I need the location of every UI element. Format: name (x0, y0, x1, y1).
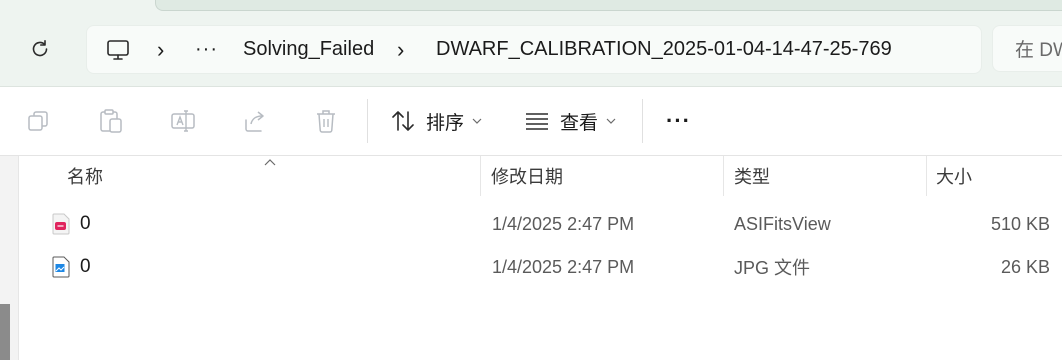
more-options-button[interactable]: ··· (666, 87, 691, 155)
delete-button[interactable] (314, 87, 338, 155)
paste-button[interactable] (98, 87, 124, 155)
search-input[interactable]: 在 DWARF_CALIBRATION_2025-01-04-14-47-25-… (992, 25, 1062, 72)
paste-icon (100, 109, 122, 133)
view-button[interactable]: 查看 (524, 87, 616, 155)
address-bar[interactable]: › ··· Solving_Failed › DWARF_CALIBRATION… (86, 25, 982, 74)
command-bar: 排序 查看 ··· (0, 87, 1062, 156)
file-date: 1/4/2025 2:47 PM (492, 256, 635, 277)
this-pc-button[interactable] (106, 26, 130, 73)
navigation-bar: › ··· Solving_Failed › DWARF_CALIBRATION… (0, 0, 1062, 87)
rename-icon (171, 110, 195, 132)
file-type: JPG 文件 (734, 258, 811, 278)
toolbar-divider (642, 99, 643, 143)
monitor-icon (107, 39, 129, 60)
sort-label: 排序 (426, 112, 465, 134)
file-date: 1/4/2025 2:47 PM (492, 213, 635, 234)
sort-button[interactable]: 排序 (390, 87, 482, 155)
column-divider[interactable] (723, 156, 724, 196)
column-header-date[interactable]: 修改日期 (491, 156, 563, 196)
column-divider[interactable] (926, 156, 927, 196)
navigation-pane-scrollbar[interactable] (0, 304, 10, 360)
view-label: 查看 (560, 112, 599, 134)
more-options-icon: ··· (666, 108, 691, 133)
sort-ascending-icon (264, 159, 276, 166)
file-row[interactable]: 0 1/4/2025 2:47 PM ASIFitsView 510 KB (20, 203, 1062, 245)
share-button[interactable] (242, 87, 268, 155)
file-type: ASIFitsView (734, 213, 831, 234)
column-divider[interactable] (480, 156, 481, 196)
fits-file-icon (52, 213, 70, 235)
rename-button[interactable] (170, 87, 196, 155)
file-row[interactable]: 0 1/4/2025 2:47 PM JPG 文件 26 KB (20, 246, 1062, 288)
breadcrumb-overflow-button[interactable]: ··· (195, 26, 218, 73)
trash-icon (317, 110, 335, 133)
breadcrumb-separator[interactable]: › (157, 26, 164, 73)
breadcrumb-current-folder[interactable]: DWARF_CALIBRATION_2025-01-04-14-47-25-76… (436, 26, 892, 73)
share-icon (245, 111, 264, 132)
column-header-type-label: 类型 (734, 167, 770, 187)
column-header-size[interactable]: 大小 (936, 156, 972, 196)
copy-icon (28, 111, 48, 131)
column-header-type[interactable]: 类型 (734, 156, 770, 196)
column-header-name[interactable]: 名称 (20, 156, 480, 196)
file-size: 26 KB (1000, 256, 1050, 277)
toolbar-divider (367, 99, 368, 143)
copy-button[interactable] (26, 87, 50, 155)
column-header-size-label: 大小 (936, 167, 972, 187)
refresh-icon (32, 40, 48, 57)
file-name: 0 (80, 256, 91, 277)
column-header-name-label: 名称 (67, 167, 103, 187)
column-header-date-label: 修改日期 (491, 167, 563, 187)
chevron-down-icon (606, 118, 616, 124)
column-header-row: 名称 修改日期 类型 大小 (20, 156, 1062, 196)
chevron-down-icon (472, 118, 482, 124)
sort-icon (392, 111, 414, 131)
jpg-file-icon (52, 256, 70, 278)
breadcrumb-solving-failed[interactable]: Solving_Failed (243, 26, 374, 73)
refresh-button[interactable] (24, 33, 56, 65)
breadcrumb-separator[interactable]: › (397, 26, 404, 73)
file-size: 510 KB (990, 213, 1050, 234)
file-name: 0 (80, 213, 91, 234)
search-placeholder: 在 DWARF_CALIBRATION_2025-01-04-14-47-25-… (1015, 40, 1062, 61)
tab-strip-edge (155, 0, 1062, 11)
view-list-icon (526, 113, 548, 130)
